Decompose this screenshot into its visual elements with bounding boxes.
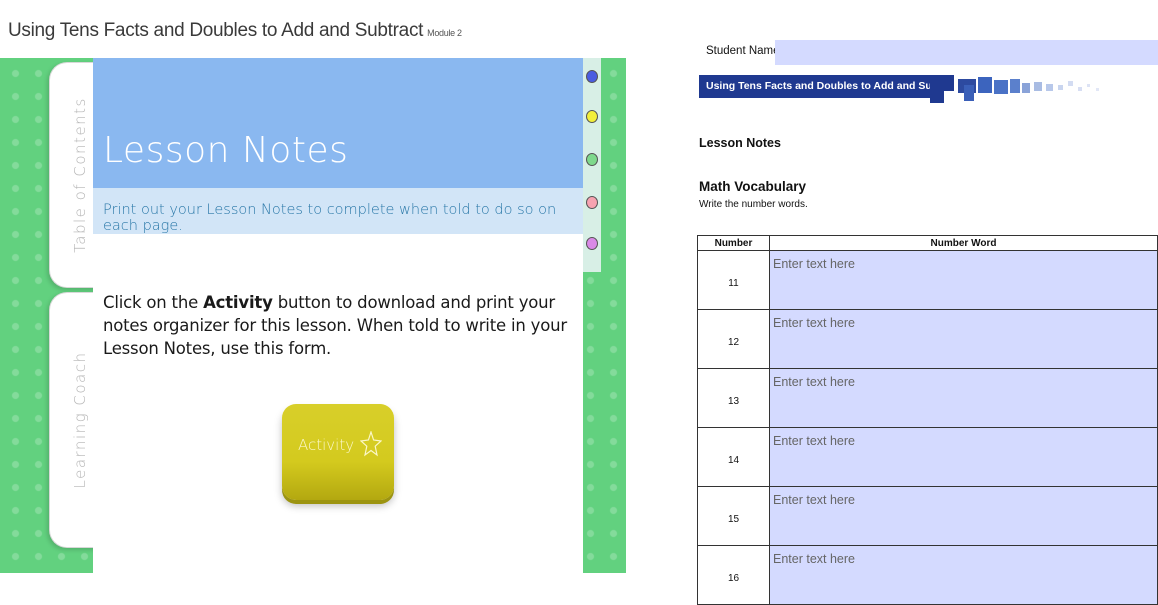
module-label: Module 2: [427, 28, 462, 38]
lesson-title-banner: Lesson Notes: [93, 58, 583, 188]
course-title: Using Tens Facts and Doubles to Add and …: [8, 20, 462, 42]
lesson-title: Lesson Notes: [103, 130, 349, 171]
table-header-row: Number Number Word: [697, 235, 1158, 251]
lesson-subtitle-strip: Print out your Lesson Notes to complete …: [93, 188, 583, 234]
row-number: 13: [697, 368, 770, 428]
worksheet-lesson-banner: Using Tens Facts and Doubles to Add and …: [699, 75, 961, 98]
table-row: 12 Enter text here: [697, 309, 1158, 369]
row-number: 15: [697, 486, 770, 546]
number-word-input[interactable]: Enter text here: [769, 486, 1158, 546]
nav-dot-purple[interactable]: [586, 237, 598, 250]
nav-dot-pink[interactable]: [586, 196, 598, 209]
course-title-text: Using Tens Facts and Doubles to Add and …: [8, 20, 424, 41]
course-header: Using Tens Facts and Doubles to Add and …: [0, 0, 626, 58]
worksheet-instruction: Write the number words.: [699, 199, 808, 210]
number-word-input[interactable]: Enter text here: [769, 250, 1158, 310]
lesson-content-card: Lesson Notes Print out your Lesson Notes…: [93, 58, 583, 573]
number-word-input[interactable]: Enter text here: [769, 427, 1158, 487]
header-number-word: Number Word: [769, 235, 1158, 251]
number-word-input[interactable]: Enter text here: [769, 368, 1158, 428]
tab-table-of-contents-label: Table of Contents: [71, 97, 89, 253]
nav-dot-yellow[interactable]: [586, 110, 598, 123]
row-number: 12: [697, 309, 770, 369]
row-number: 11: [697, 250, 770, 310]
number-word-input[interactable]: Enter text here: [769, 545, 1158, 605]
row-number: 14: [697, 427, 770, 487]
instructions-text-start: Click on the: [103, 293, 204, 312]
worksheet-lesson-notes-heading: Lesson Notes: [699, 136, 781, 150]
instructions-activity-word: Activity: [203, 293, 273, 312]
lesson-instructions: Click on the Activity button to download…: [103, 291, 583, 360]
table-row: 13 Enter text here: [697, 368, 1158, 428]
activity-button[interactable]: Activity: [282, 404, 394, 500]
pixel-decoration-icon: [930, 75, 1099, 103]
activity-button-label: Activity: [298, 436, 355, 454]
number-word-input[interactable]: Enter text here: [769, 309, 1158, 369]
row-number: 16: [697, 545, 770, 605]
table-row: 14 Enter text here: [697, 427, 1158, 487]
nav-dot-green[interactable]: [586, 153, 598, 166]
nav-dot-blue[interactable]: [586, 70, 598, 83]
lesson-subtitle: Print out your Lesson Notes to complete …: [103, 202, 557, 234]
student-name-field[interactable]: [775, 40, 1158, 65]
student-name-label: Student Name:: [706, 45, 783, 57]
header-number: Number: [697, 235, 770, 251]
worksheet-banner-title: Using Tens Facts and Doubles to Add and …: [706, 80, 961, 92]
vocabulary-table: Number Number Word 11 Enter text here 12…: [697, 235, 1158, 605]
table-row: 11 Enter text here: [697, 250, 1158, 310]
table-row: 15 Enter text here: [697, 486, 1158, 546]
table-row: 16 Enter text here: [697, 545, 1158, 605]
page-nav-dots: [583, 58, 601, 272]
tab-learning-coach-label: Learning Coach: [71, 351, 89, 489]
star-icon: [360, 431, 382, 457]
math-vocabulary-heading: Math Vocabulary: [699, 179, 807, 194]
